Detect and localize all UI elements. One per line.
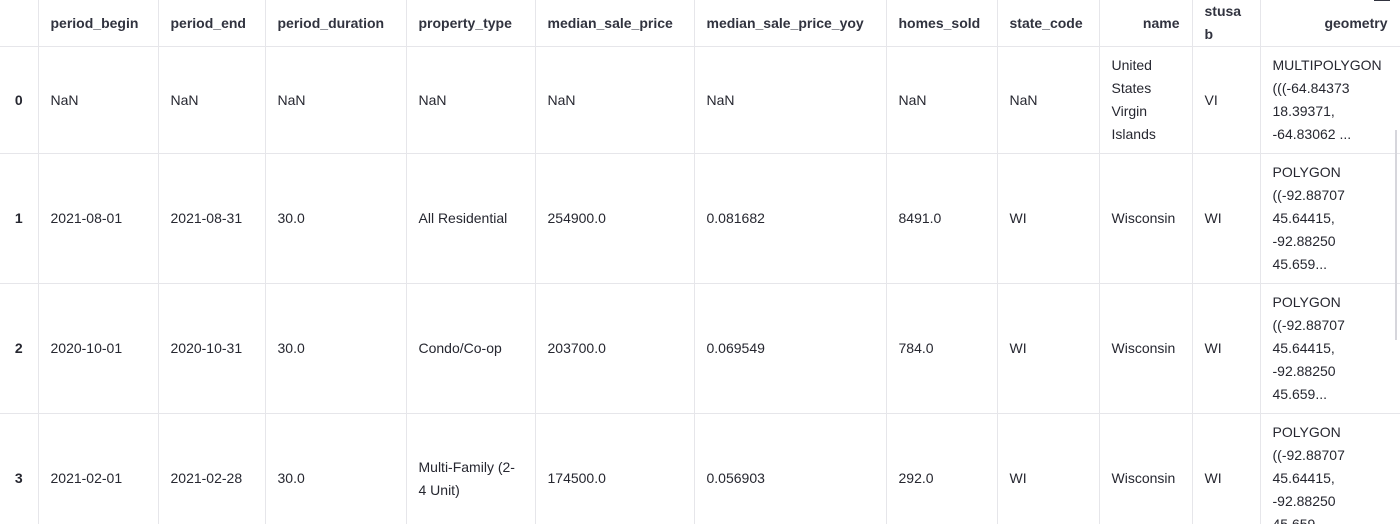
cell-state-code[interactable]: WI [996,413,1100,524]
cell-homes-sold[interactable]: 8491.0 [885,153,998,284]
table-row[interactable]: 1 2021-08-01 2021-08-31 30.0 All Residen… [0,153,1400,284]
cell-stusab[interactable]: WI [1191,283,1261,414]
vertical-scrollbar[interactable] [1395,130,1397,340]
cell-period-begin[interactable]: 2021-08-01 [37,153,159,284]
cell-stusab[interactable]: VI [1191,46,1261,154]
cell-median-sale-price[interactable]: 203700.0 [534,283,695,414]
cell-state-code[interactable]: WI [996,283,1100,414]
cell-homes-sold[interactable]: 292.0 [885,413,998,524]
cell-property-type[interactable]: Multi-Family (2-4 Unit) [405,413,536,524]
table-row[interactable]: 2 2020-10-01 2020-10-31 30.0 Condo/Co-op… [0,283,1400,414]
cell-name[interactable]: Wisconsin [1098,153,1193,284]
cell-period-duration[interactable]: NaN [264,46,407,154]
dataframe-view: period_begin period_end period_duration … [0,0,1400,524]
cell-median-sale-price[interactable]: 174500.0 [534,413,695,524]
index-header [0,0,39,47]
cell-median-sale-price-yoy[interactable]: NaN [693,46,887,154]
row-index: 2 [0,283,39,414]
table-row[interactable]: 0 NaN NaN NaN NaN NaN NaN NaN NaN United… [0,46,1400,154]
cell-property-type[interactable]: Condo/Co-op [405,283,536,414]
cell-name[interactable]: Wisconsin [1098,413,1193,524]
cell-period-end[interactable]: 2021-08-31 [157,153,266,284]
column-header-median-sale-price[interactable]: median_sale_price [534,0,695,47]
cell-median-sale-price[interactable]: 254900.0 [534,153,695,284]
cell-geometry[interactable]: MULTIPOLYGON (((-64.84373 18.39371, -64.… [1259,46,1400,154]
column-header-stusab[interactable]: stusab [1191,0,1261,47]
cell-period-duration[interactable]: 30.0 [264,283,407,414]
cell-property-type[interactable]: All Residential [405,153,536,284]
cell-geometry[interactable]: POLYGON ((-92.88707 45.64415, -92.88250 … [1259,283,1400,414]
column-header-period-duration[interactable]: period_duration [264,0,407,47]
cell-median-sale-price[interactable]: NaN [534,46,695,154]
cell-period-end[interactable]: NaN [157,46,266,154]
cell-median-sale-price-yoy[interactable]: 0.069549 [693,283,887,414]
row-index: 1 [0,153,39,284]
column-header-state-code[interactable]: state_code [996,0,1100,47]
column-header-geometry[interactable]: geometry [1259,0,1400,47]
cell-state-code[interactable]: WI [996,153,1100,284]
cell-median-sale-price-yoy[interactable]: 0.081682 [693,153,887,284]
cell-stusab[interactable]: WI [1191,153,1261,284]
cell-period-end[interactable]: 2021-02-28 [157,413,266,524]
cell-period-duration[interactable]: 30.0 [264,153,407,284]
cell-median-sale-price-yoy[interactable]: 0.056903 [693,413,887,524]
cell-homes-sold[interactable]: 784.0 [885,283,998,414]
header-row: period_begin period_end period_duration … [0,0,1400,47]
dataframe-table: period_begin period_end period_duration … [0,0,1400,524]
table-row[interactable]: 3 2021-02-01 2021-02-28 30.0 Multi-Famil… [0,413,1400,524]
column-header-homes-sold[interactable]: homes_sold [885,0,998,47]
cell-homes-sold[interactable]: NaN [885,46,998,154]
cell-name[interactable]: United States Virgin Islands [1098,46,1193,154]
cell-period-begin[interactable]: 2020-10-01 [37,283,159,414]
cell-state-code[interactable]: NaN [996,46,1100,154]
cell-period-begin[interactable]: NaN [37,46,159,154]
cell-period-begin[interactable]: 2021-02-01 [37,413,159,524]
cell-property-type[interactable]: NaN [405,46,536,154]
row-index: 0 [0,46,39,154]
column-header-property-type[interactable]: property_type [405,0,536,47]
cell-period-duration[interactable]: 30.0 [264,413,407,524]
toolbar-handle[interactable] [1374,0,1390,1]
cell-geometry[interactable]: POLYGON ((-92.88707 45.64415, -92.88250 … [1259,153,1400,284]
column-header-name[interactable]: name [1098,0,1193,47]
cell-name[interactable]: Wisconsin [1098,283,1193,414]
cell-geometry[interactable]: POLYGON ((-92.88707 45.64415, -92.88250 … [1259,413,1400,524]
row-index: 3 [0,413,39,524]
cell-stusab[interactable]: WI [1191,413,1261,524]
cell-period-end[interactable]: 2020-10-31 [157,283,266,414]
column-header-period-begin[interactable]: period_begin [37,0,159,47]
column-header-period-end[interactable]: period_end [157,0,266,47]
column-header-median-sale-price-yoy[interactable]: median_sale_price_yoy [693,0,887,47]
